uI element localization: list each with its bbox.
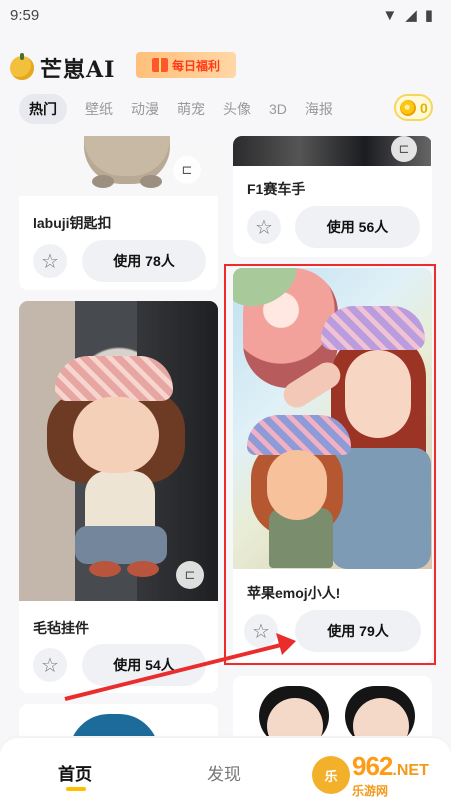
watermark-text: 乐游网 (352, 784, 389, 798)
compare-icon[interactable]: ⊏ (176, 561, 204, 589)
girl-hat-image (321, 306, 425, 350)
mango-logo-icon (10, 53, 34, 80)
tab-3d[interactable]: 3D (269, 94, 287, 124)
card-title: labuji钥匙扣 (33, 215, 112, 231)
coin-count: 0 (420, 99, 428, 116)
card-title: F1赛车手 (247, 181, 306, 197)
favorite-button[interactable]: ☆ (244, 614, 278, 648)
use-template-button[interactable]: 使用 78人 (82, 240, 206, 282)
coin-balance-button[interactable]: 0 (394, 94, 433, 121)
use-template-button[interactable]: 使用 54人 (82, 644, 206, 686)
brand-name: 芒崽AI (40, 57, 116, 83)
emoji-face-image (267, 450, 327, 520)
watermark-net: .NET (392, 762, 429, 779)
doll-skirt-image (75, 526, 167, 564)
star-icon: ☆ (41, 250, 59, 273)
category-tabs: 热门 壁纸 动漫 萌宠 头像 3D 海报 0 (0, 92, 451, 126)
watermark-logo-icon: 乐 (312, 756, 350, 794)
site-watermark: 乐 962.NET 乐游网 (312, 751, 440, 798)
template-card[interactable]: ⊏ labuji钥匙扣 ☆ 使用 78人 (19, 136, 218, 290)
tab-poster[interactable]: 海报 (305, 94, 333, 124)
tab-hot[interactable]: 热门 (19, 94, 67, 124)
use-template-button[interactable]: 使用 79人 (295, 610, 421, 652)
tab-anime[interactable]: 动漫 (131, 94, 159, 124)
template-feed: ⊏ labuji钥匙扣 ☆ 使用 78人 ⊏ 毛毡挂件 ☆ 使用 54人 ⊏ F… (0, 136, 451, 736)
app-screen: 9:59 ▼ ◢ ▮ 芒崽AI 每日福利 热门 壁纸 动漫 萌宠 头像 3D 海… (0, 0, 451, 802)
card-title: 毛毡挂件 (33, 620, 89, 636)
template-card[interactable]: ⊏ 毛毡挂件 ☆ 使用 54人 (19, 301, 218, 693)
coin-icon (400, 99, 416, 116)
template-card[interactable] (19, 704, 218, 736)
favorite-button[interactable]: ☆ (33, 648, 67, 682)
status-icons: ▼ ◢ ▮ (382, 6, 433, 25)
brand-logo: 芒崽AI (10, 52, 115, 84)
nav-discover[interactable]: 发现 (207, 760, 241, 785)
tab-wallpaper[interactable]: 壁纸 (85, 94, 113, 124)
battery-icon: ▮ (424, 7, 433, 24)
favorite-button[interactable]: ☆ (247, 210, 281, 244)
star-icon: ☆ (252, 620, 270, 643)
card-title: 苹果emoj小人! (247, 585, 341, 601)
compare-icon[interactable]: ⊏ (173, 156, 201, 184)
doll-shoe-image (89, 561, 121, 577)
doll-hat-image (55, 356, 173, 401)
cap-image (69, 714, 159, 736)
wifi-icon: ▼ (382, 6, 398, 24)
girl-face-image (345, 350, 411, 438)
signal-icon: ◢ (405, 7, 417, 24)
nav-home[interactable]: 首页 (58, 760, 92, 791)
plush-legs-image (84, 136, 170, 188)
status-bar: 9:59 ▼ ◢ ▮ (0, 0, 451, 30)
doll-face-image (73, 397, 159, 473)
sticker-image (233, 676, 432, 736)
star-icon: ☆ (255, 216, 273, 239)
daily-welfare-label: 每日福利 (171, 58, 220, 73)
tab-avatar[interactable]: 头像 (223, 94, 251, 124)
template-card[interactable]: ⊏ F1赛车手 ☆ 使用 56人 (233, 136, 432, 257)
template-card[interactable] (233, 676, 432, 736)
gift-icon (151, 58, 168, 72)
felt-pendant-image (19, 301, 218, 601)
use-template-button[interactable]: 使用 56人 (295, 206, 420, 248)
tab-pets[interactable]: 萌宠 (177, 94, 205, 124)
favorite-button[interactable]: ☆ (33, 244, 67, 278)
daily-welfare-button[interactable]: 每日福利 (136, 52, 236, 78)
doll-shoe-image (127, 561, 159, 577)
app-header: 芒崽AI 每日福利 (0, 44, 451, 86)
emoji-hat-image (247, 415, 351, 455)
compare-icon[interactable]: ⊏ (391, 136, 417, 162)
time: 9:59 (10, 6, 40, 24)
girl-body-image (331, 448, 431, 569)
template-card[interactable]: 苹果emoj小人! ☆ 使用 79人 (233, 268, 432, 663)
apple-emoji-image (233, 268, 432, 569)
watermark-number: 962 (352, 751, 393, 781)
star-icon: ☆ (41, 654, 59, 677)
